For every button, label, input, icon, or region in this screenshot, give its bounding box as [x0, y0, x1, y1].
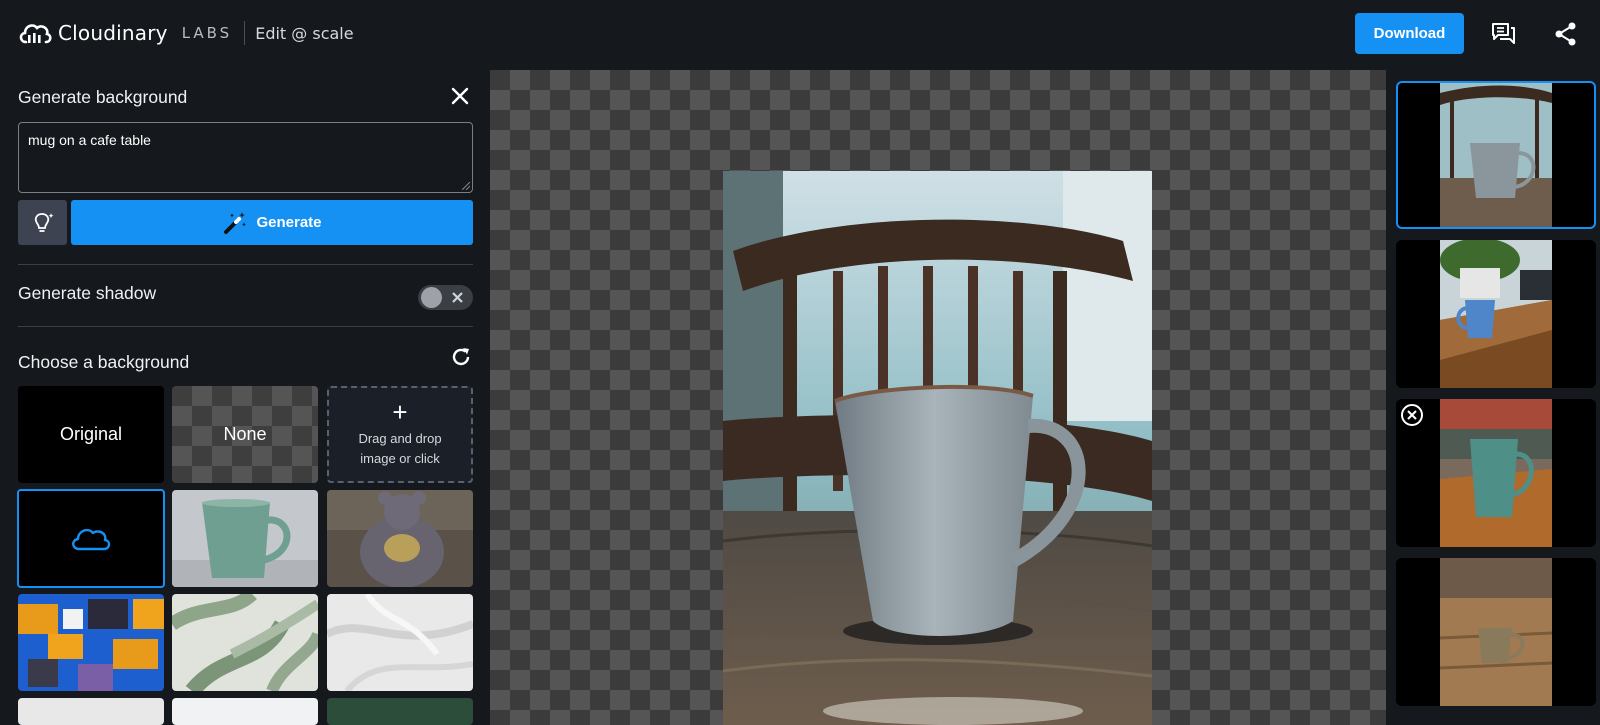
upload-hint: Drag and drop image or click: [358, 430, 442, 466]
bg-tile-mug[interactable]: [172, 490, 318, 587]
generate-shadow-label: Generate shadow: [18, 283, 157, 303]
silk-thumbnail: [327, 594, 473, 691]
original-label: Original: [59, 424, 123, 444]
divider: [18, 326, 473, 327]
resize-grip-icon[interactable]: [462, 182, 470, 190]
labs-label: LABS: [181, 24, 233, 42]
bg-tile-green[interactable]: [327, 698, 473, 725]
brand-name: Cloudinary: [58, 21, 168, 45]
logo[interactable]: Cloudinary LABS Edit @ scale: [18, 20, 354, 46]
refresh-icon[interactable]: [450, 346, 472, 368]
bg-tile-colorful[interactable]: [18, 594, 164, 691]
left-panel: Generate background mug on a cafe table …: [0, 70, 490, 725]
toggle-knob: [421, 287, 442, 308]
generate-shadow-toggle[interactable]: [418, 285, 473, 310]
bg-tile-original[interactable]: Original: [18, 386, 164, 483]
mug-thumbnail: [172, 490, 318, 587]
generate-background-title: Generate background: [18, 87, 188, 107]
result-thumbnail[interactable]: [1396, 399, 1596, 547]
generate-button[interactable]: Generate: [71, 200, 473, 245]
generate-label: Generate: [256, 214, 322, 231]
bg-upload-dropzone[interactable]: + Drag and drop image or click: [327, 386, 473, 483]
bg-tile-silk[interactable]: [327, 594, 473, 691]
lightbulb-icon: [34, 212, 53, 232]
choose-background-title: Choose a background: [18, 352, 190, 372]
leaves-thumbnail: [172, 594, 318, 691]
result-image-3: [1440, 399, 1552, 547]
result-thumbnail[interactable]: [1396, 558, 1596, 706]
bg-tile-generated[interactable]: [17, 489, 165, 588]
bg-tile-white[interactable]: [18, 698, 164, 725]
cloud-logo-icon: [19, 24, 52, 44]
bg-tile-leaves[interactable]: [172, 594, 318, 691]
mug-photo: [723, 171, 1152, 725]
result-thumbnail[interactable]: [1396, 81, 1596, 229]
header-divider: [244, 21, 246, 45]
share-icon[interactable]: [1552, 20, 1580, 48]
results-panel: [1386, 70, 1600, 725]
magic-wand-icon: [224, 211, 247, 234]
bg-tile-plush[interactable]: [327, 490, 473, 587]
result-thumbnail[interactable]: [1396, 240, 1596, 388]
app-header: Cloudinary LABS Edit @ scale Download: [0, 0, 1600, 70]
none-label: None: [223, 424, 267, 444]
colorful-thumbnail: [18, 594, 164, 691]
divider: [18, 264, 473, 265]
bg-tile-light[interactable]: [172, 698, 318, 725]
chat-icon[interactable]: [1490, 20, 1518, 48]
remove-icon[interactable]: [1400, 403, 1424, 427]
cloud-icon: [72, 528, 111, 550]
result-image-4: [1440, 558, 1552, 706]
prompt-ideas-button[interactable]: [18, 200, 67, 245]
toggle-off-icon: [452, 292, 463, 303]
preview-image: [723, 171, 1152, 725]
prompt-value: mug on a cafe table: [28, 132, 151, 148]
close-icon[interactable]: [448, 84, 472, 108]
app-subtitle: Edit @ scale: [255, 23, 354, 43]
result-image-2: [1440, 240, 1552, 388]
plush-thumbnail: [327, 490, 473, 587]
prompt-textarea[interactable]: mug on a cafe table: [18, 122, 473, 193]
plus-icon: +: [392, 396, 408, 427]
result-image-1: [1440, 83, 1552, 227]
image-canvas[interactable]: [490, 70, 1386, 725]
download-button[interactable]: Download: [1355, 13, 1464, 54]
bg-tile-none[interactable]: None: [172, 386, 318, 483]
